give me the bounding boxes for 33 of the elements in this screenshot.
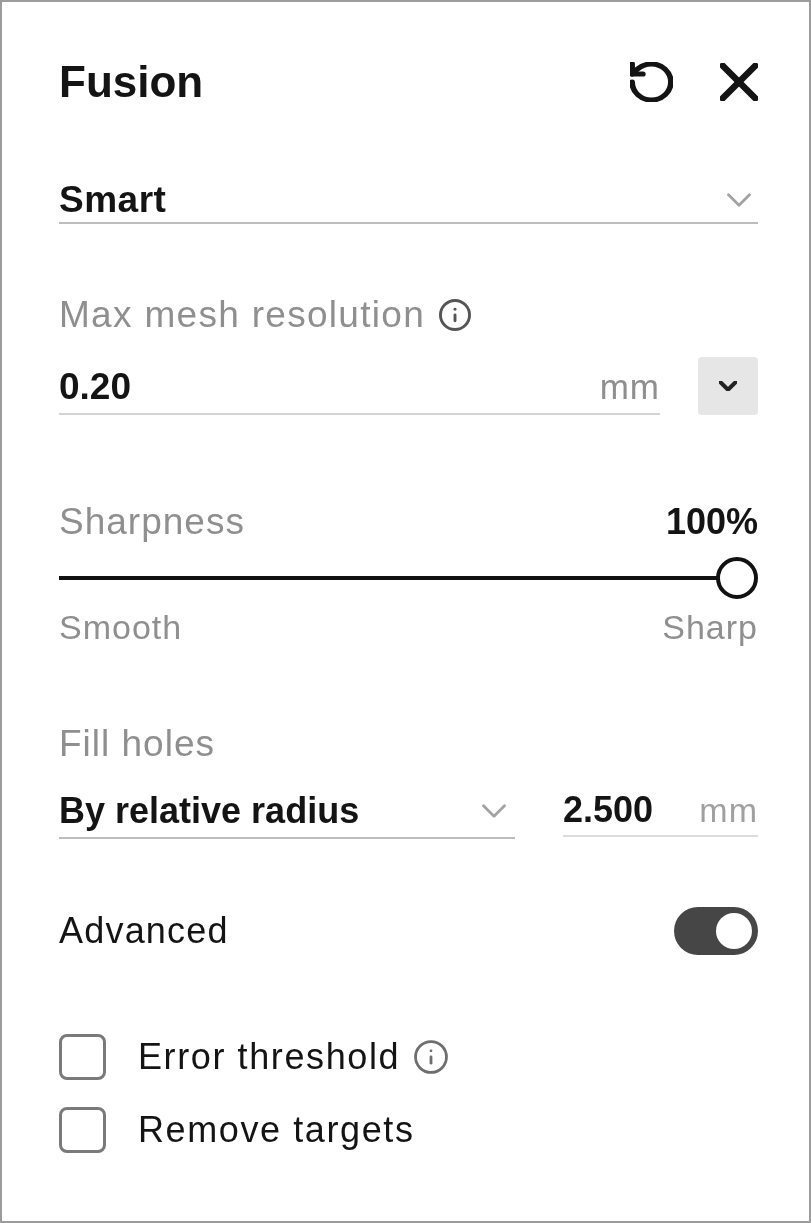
unit-label: mm: [599, 366, 660, 408]
chevron-down-icon: [726, 193, 752, 207]
undo-icon: [630, 62, 673, 102]
field-value: 2.500: [563, 788, 655, 832]
resolution-field[interactable]: 0.20 mm: [59, 365, 660, 415]
close-button[interactable]: [720, 63, 758, 101]
field-label: Fill holes: [59, 722, 216, 766]
slider-value: 100%: [665, 500, 758, 544]
close-icon: [720, 63, 758, 101]
checkbox[interactable]: [59, 1107, 106, 1153]
checkbox-label: Error threshold: [138, 1035, 401, 1079]
field-value: 0.20: [59, 365, 132, 409]
toggle-label: Advanced: [59, 909, 230, 953]
panel-title: Fusion: [59, 58, 204, 106]
checkbox[interactable]: [59, 1034, 106, 1080]
max-label: Sharp: [662, 607, 758, 647]
min-label: Smooth: [59, 607, 184, 647]
advanced-toggle[interactable]: [674, 907, 758, 955]
unit-label: mm: [699, 790, 758, 831]
reset-button[interactable]: [630, 62, 673, 102]
toggle-knob: [716, 913, 752, 949]
mode-dropdown[interactable]: Smart: [59, 178, 758, 224]
radius-field[interactable]: 2.500 mm: [563, 789, 758, 837]
field-label: Max mesh resolution: [59, 293, 426, 337]
sharpness-slider[interactable]: [59, 557, 758, 599]
slider-thumb[interactable]: [716, 557, 758, 599]
checkbox-label: Remove targets: [138, 1108, 415, 1152]
chevron-down-icon: [719, 381, 737, 391]
slider-label: Sharpness: [59, 500, 246, 544]
info-icon: [439, 299, 472, 331]
fill-method-dropdown[interactable]: By relative radius: [59, 789, 515, 839]
unit-dropdown-button[interactable]: [698, 357, 758, 415]
chevron-down-icon: [481, 804, 507, 818]
